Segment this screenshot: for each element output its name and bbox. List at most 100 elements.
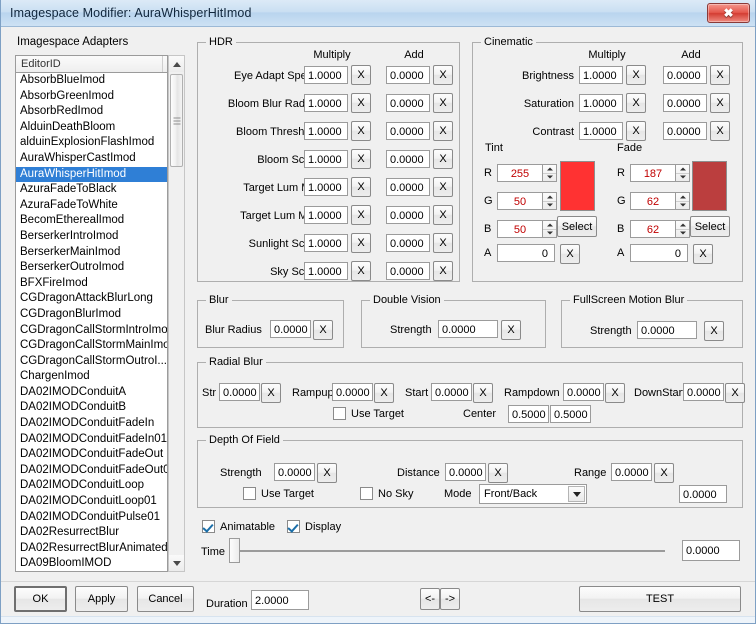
list-item[interactable]: CGDragonBlurImod (16, 307, 167, 323)
fade-a-input[interactable]: 0 (630, 244, 688, 262)
list-item[interactable]: ChargenImod (16, 369, 167, 385)
radial-blur-str-input[interactable]: 0.0000 (219, 383, 260, 401)
list-item[interactable]: AzuraFadeToWhite (16, 198, 167, 214)
hdr-add-clear-button[interactable]: X (433, 65, 453, 85)
chevron-down-icon[interactable] (568, 486, 585, 502)
dof-distance-clear-button[interactable]: X (488, 463, 508, 483)
duration-input[interactable]: 2.0000 (251, 590, 309, 610)
tint-g-input[interactable]: 50 (497, 192, 543, 210)
list-item[interactable]: DA02IMODConduitLoop (16, 478, 167, 494)
fade-clear-button[interactable]: X (693, 244, 713, 264)
tint-b-spinner[interactable] (543, 220, 557, 238)
list-item[interactable]: BerserkerIntroImod (16, 229, 167, 245)
cinematic-add-clear-button[interactable]: X (710, 93, 730, 113)
hdr-add-input[interactable]: 0.0000 (386, 206, 430, 224)
list-item[interactable]: DA02IMODConduitFadeOut01 (16, 463, 167, 479)
cancel-button[interactable]: Cancel (137, 586, 194, 612)
radial-blur-downstart-input[interactable]: 0.0000 (683, 383, 724, 401)
cinematic-multiply-clear-button[interactable]: X (626, 121, 646, 141)
list-item[interactable]: AbsorbBlueImod (16, 73, 167, 89)
test-button[interactable]: TEST (579, 586, 741, 612)
hdr-multiply-input[interactable]: 1.0000 (304, 150, 348, 168)
list-item[interactable]: AuraWhisperCastImod (16, 151, 167, 167)
cinematic-multiply-input[interactable]: 1.0000 (579, 122, 623, 140)
cinematic-multiply-input[interactable]: 1.0000 (579, 94, 623, 112)
motion-blur-clear-button[interactable]: X (704, 321, 724, 341)
list-item[interactable]: DA02ResurrectBlurAnimated (16, 541, 167, 557)
list-item[interactable]: AbsorbRedImod (16, 104, 167, 120)
scroll-up-icon[interactable] (169, 56, 184, 72)
radial-blur-start-clear-button[interactable]: X (473, 383, 493, 403)
dof-range-clear-button[interactable]: X (654, 463, 674, 483)
list-item[interactable]: AlduinDeathBloom (16, 120, 167, 136)
hdr-add-input[interactable]: 0.0000 (386, 178, 430, 196)
cinematic-add-input[interactable]: 0.0000 (663, 94, 707, 112)
dof-strength-clear-button[interactable]: X (317, 463, 337, 483)
list-item[interactable]: CGDragonCallStormIntroImod (16, 323, 167, 339)
tint-select-button[interactable]: Select (557, 216, 597, 237)
cinematic-add-input[interactable]: 0.0000 (663, 66, 707, 84)
time-value-input[interactable]: 0.0000 (682, 540, 740, 561)
animatable-checkbox[interactable] (202, 520, 215, 533)
next-button[interactable]: -> (440, 588, 460, 610)
hdr-multiply-clear-button[interactable]: X (351, 149, 371, 169)
fade-color-swatch[interactable] (692, 161, 727, 211)
cinematic-multiply-input[interactable]: 1.0000 (579, 66, 623, 84)
dof-mode-select[interactable]: Front/Back (479, 484, 587, 504)
hdr-multiply-input[interactable]: 1.0000 (304, 234, 348, 252)
ok-button[interactable]: OK (14, 586, 67, 612)
dof-no-sky-checkbox[interactable] (360, 487, 373, 500)
previous-button[interactable]: <- (420, 588, 440, 610)
list-item[interactable]: DA09BloomIMOD (16, 556, 167, 571)
list-item[interactable]: BerserkerOutroImod (16, 260, 167, 276)
list-item[interactable]: DA02IMODConduitFadeIn (16, 416, 167, 432)
list-item[interactable]: BecomEtherealImod (16, 213, 167, 229)
dof-extra-input[interactable]: 0.0000 (679, 485, 727, 503)
list-item[interactable]: CGDragonCallStormOutroI... (16, 354, 167, 370)
hdr-multiply-clear-button[interactable]: X (351, 93, 371, 113)
cinematic-add-clear-button[interactable]: X (710, 121, 730, 141)
double-vision-clear-button[interactable]: X (501, 320, 521, 340)
hdr-add-clear-button[interactable]: X (433, 121, 453, 141)
hdr-multiply-input[interactable]: 1.0000 (304, 66, 348, 84)
fade-g-spinner[interactable] (676, 192, 690, 210)
hdr-add-input[interactable]: 0.0000 (386, 262, 430, 280)
hdr-add-input[interactable]: 0.0000 (386, 234, 430, 252)
radial-blur-start-input[interactable]: 0.0000 (431, 383, 472, 401)
blur-radius-clear-button[interactable]: X (313, 320, 333, 340)
list-column-header-editorid[interactable]: EditorID (15, 55, 168, 73)
scroll-down-icon[interactable] (169, 555, 184, 571)
hdr-add-input[interactable]: 0.0000 (386, 66, 430, 84)
adapters-list[interactable]: AbsorbBlueImod AbsorbGreenImod AbsorbRedIm… (15, 73, 168, 572)
radial-blur-use-target-checkbox[interactable] (333, 407, 346, 420)
radial-blur-rampdown-input[interactable]: 0.0000 (563, 383, 604, 401)
fade-r-input[interactable]: 187 (630, 164, 676, 182)
tint-a-input[interactable]: 0 (497, 244, 555, 262)
tint-r-input[interactable]: 255 (497, 164, 543, 182)
dof-distance-input[interactable]: 0.0000 (445, 463, 486, 481)
hdr-multiply-clear-button[interactable]: X (351, 65, 371, 85)
radial-blur-str-clear-button[interactable]: X (261, 383, 281, 403)
radial-blur-rampup-input[interactable]: 0.0000 (332, 383, 373, 401)
close-icon[interactable]: ✖ (707, 3, 750, 23)
dof-range-input[interactable]: 0.0000 (611, 463, 652, 481)
hdr-multiply-clear-button[interactable]: X (351, 177, 371, 197)
list-item[interactable]: AuraWhisperHitImod (16, 166, 167, 183)
hdr-add-clear-button[interactable]: X (433, 149, 453, 169)
cinematic-add-input[interactable]: 0.0000 (663, 122, 707, 140)
hdr-add-input[interactable]: 0.0000 (386, 122, 430, 140)
display-checkbox[interactable] (287, 520, 300, 533)
hdr-add-clear-button[interactable]: X (433, 233, 453, 253)
list-item[interactable]: DA02ResurrectBlur (16, 525, 167, 541)
hdr-multiply-input[interactable]: 1.0000 (304, 178, 348, 196)
list-item[interactable]: DA02IMODConduitFadeOut (16, 447, 167, 463)
hdr-add-clear-button[interactable]: X (433, 177, 453, 197)
time-slider-track[interactable] (233, 550, 665, 552)
list-item[interactable]: CGDragonCallStormMainImod (16, 338, 167, 354)
tint-r-spinner[interactable] (543, 164, 557, 182)
list-item[interactable]: AbsorbGreenImod (16, 89, 167, 105)
double-vision-strength-input[interactable]: 0.0000 (438, 320, 498, 338)
fade-b-spinner[interactable] (676, 220, 690, 238)
list-item[interactable]: BerserkerMainImod (16, 245, 167, 261)
list-item[interactable]: alduinExplosionFlashImod (16, 135, 167, 151)
